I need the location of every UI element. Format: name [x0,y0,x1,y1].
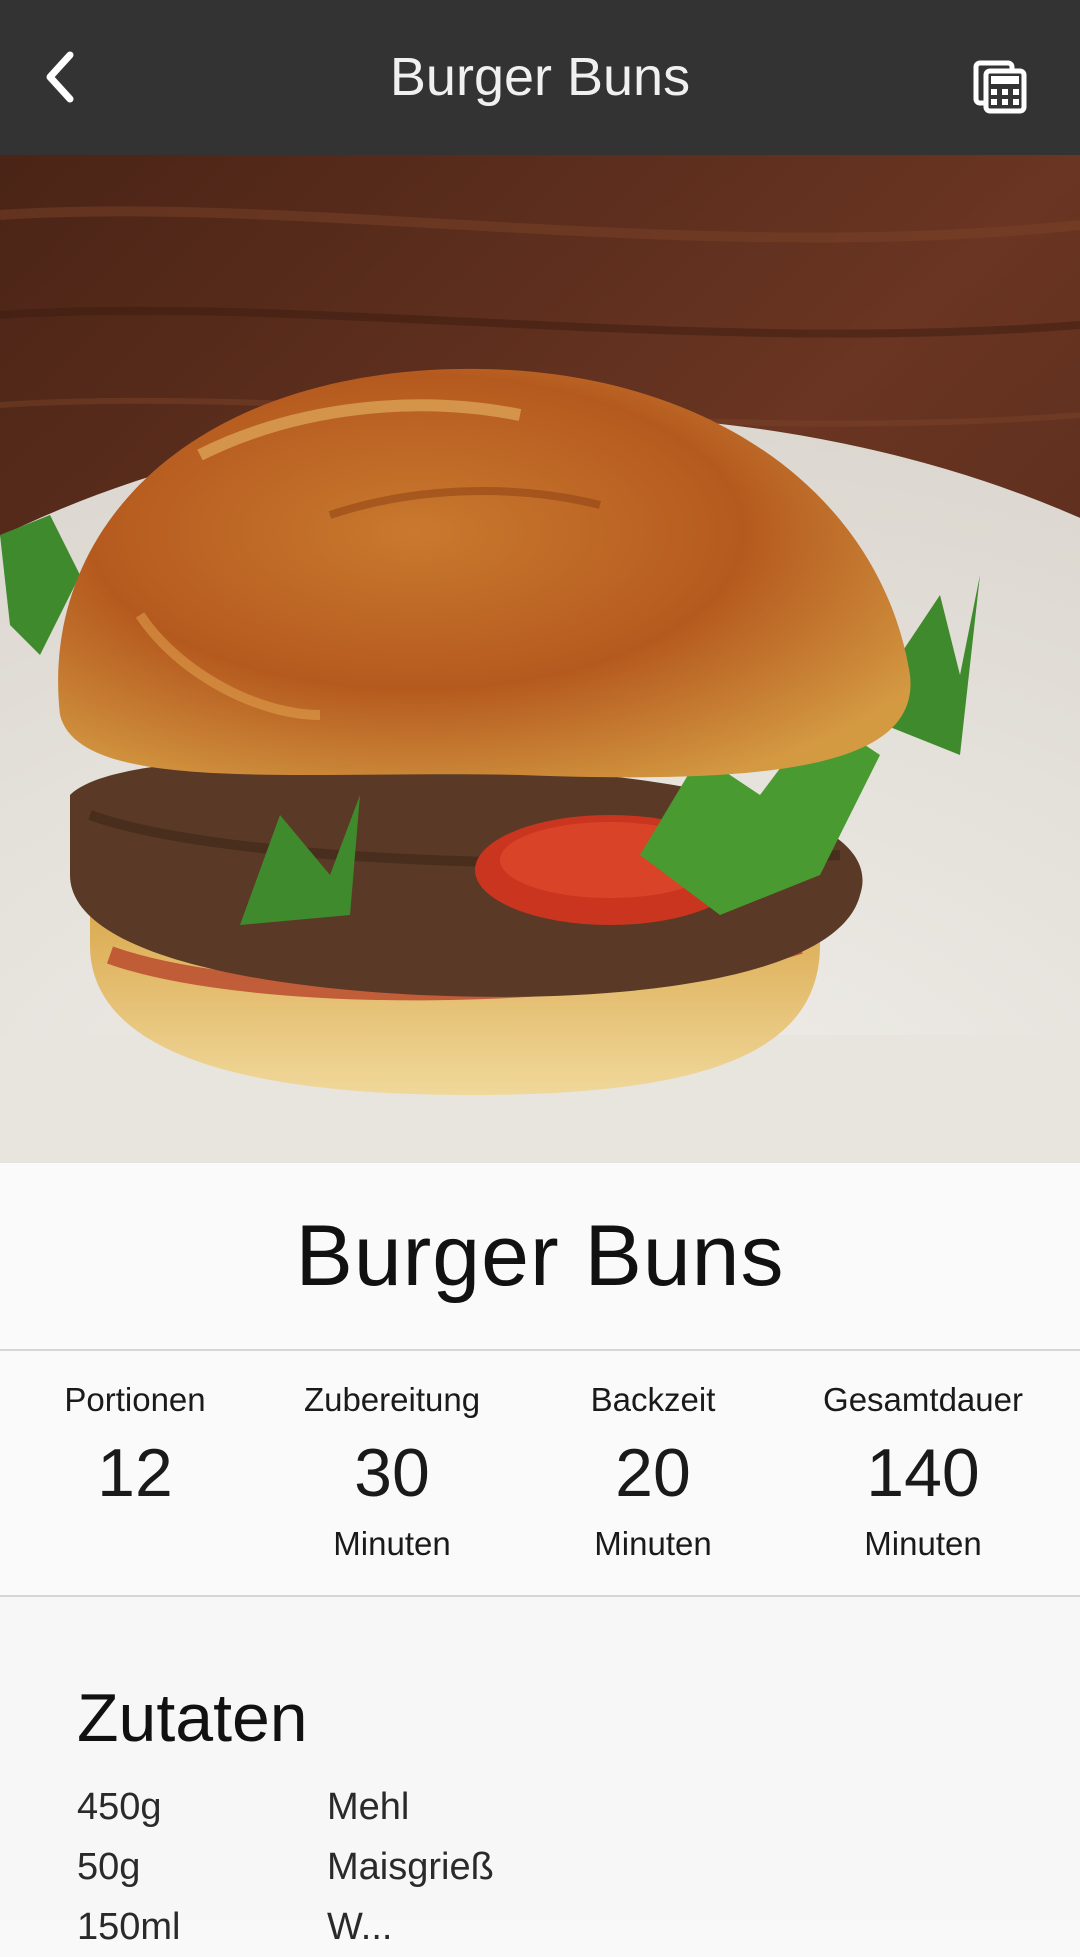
stat-total-time: Gesamtdauer 140 Minuten [788,1377,1058,1567]
recipe-title: Burger Buns [295,1207,785,1304]
stat-label: Backzeit [590,1381,716,1418]
stat-unit [0,1521,270,1567]
calculator-icon [973,60,1027,114]
stat-baking-time: Backzeit 20 Minuten [518,1377,788,1567]
back-button[interactable] [20,37,100,117]
stat-label: Gesamtdauer [823,1381,1023,1418]
ingredient-row: 50g Maisgrieß [77,1837,494,1897]
ingredient-name: W... [327,1906,393,1948]
ingredient-name: Mehl [327,1786,410,1828]
stat-label: Portionen [64,1381,206,1418]
ingredient-amount: 50g [77,1846,141,1888]
ingredient-name: Maisgrieß [327,1846,494,1888]
ingredients-section: Zutaten 450g Mehl 50g Maisgrieß 150ml W... [0,1597,1080,1948]
ingredient-amount: 450g [77,1786,162,1828]
ingredient-amount: 150ml [77,1906,181,1948]
stat-value: 30 [354,1435,430,1511]
recipe-photo [0,155,1080,1163]
stat-preparation: Zubereitung 30 Minuten [257,1377,527,1567]
recipe-stats: Portionen 12 Zubereitung 30 Minuten Back… [0,1351,1080,1597]
stat-unit: Minuten [333,1525,451,1562]
ingredients-heading: Zutaten [77,1680,308,1756]
stat-unit: Minuten [864,1525,982,1562]
burger-photo-illustration [0,155,1080,1163]
app-bar-title: Burger Buns [389,47,691,107]
stat-unit: Minuten [594,1525,712,1562]
ingredient-row: 450g Mehl [77,1777,409,1837]
stat-value: 12 [97,1435,173,1511]
calculator-button[interactable] [960,47,1040,127]
chevron-left-icon [46,51,74,103]
stat-portions: Portionen 12 [0,1377,270,1567]
stat-label: Zubereitung [303,1381,481,1418]
stat-value: 140 [866,1435,980,1511]
ingredient-row: 150ml W... [77,1897,392,1957]
app-bar: Burger Buns [0,0,1080,155]
recipe-title-section: Burger Buns [0,1163,1080,1351]
stat-value: 20 [615,1435,691,1511]
